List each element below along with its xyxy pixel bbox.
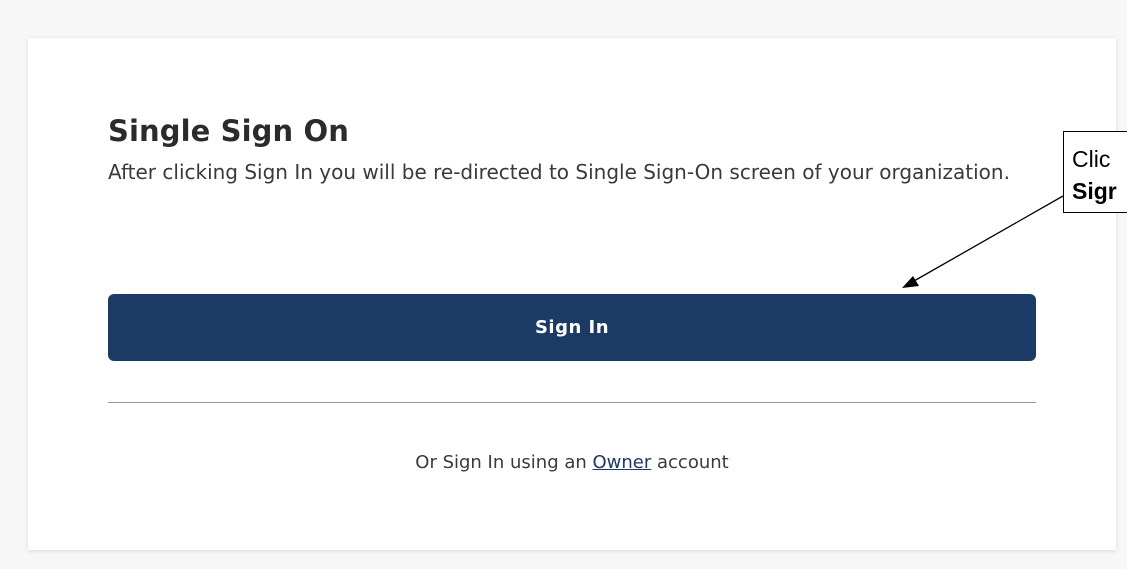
sso-card: Single Sign On After clicking Sign In yo…	[28, 38, 1116, 550]
callout-line-1: Clic	[1072, 146, 1111, 172]
sign-in-button[interactable]: Sign In	[108, 294, 1036, 361]
divider	[108, 402, 1036, 403]
page-title: Single Sign On	[108, 114, 349, 148]
annotation-callout: Clic Sigr	[1063, 131, 1127, 213]
owner-signin-prefix: Or Sign In using an	[415, 452, 593, 473]
owner-signin-suffix: account	[651, 452, 729, 473]
owner-link[interactable]: Owner	[593, 452, 652, 473]
owner-signin-line: Or Sign In using an Owner account	[108, 452, 1036, 473]
page: Single Sign On After clicking Sign In yo…	[0, 0, 1127, 569]
sso-description: After clicking Sign In you will be re-di…	[108, 160, 1010, 184]
callout-line-2: Sigr	[1072, 178, 1117, 204]
